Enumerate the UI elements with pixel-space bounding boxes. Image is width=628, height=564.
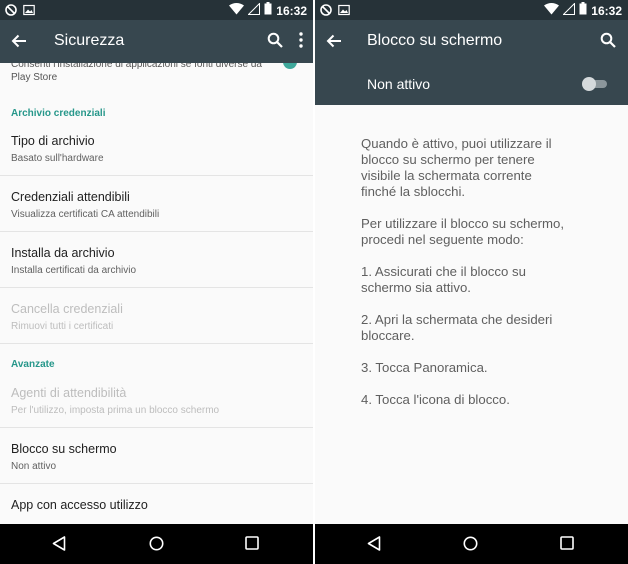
recents-nav-icon[interactable]: [560, 536, 574, 555]
setting-title: Blocco su schermo: [11, 442, 117, 456]
help-text: Quando è attivo, puoi utilizzare il bloc…: [361, 136, 611, 424]
setting-title: Cancella credenziali: [11, 302, 123, 316]
setting-summary: Visualizza certificati CA attendibili: [11, 209, 160, 220]
help-step: 2. Apri la schermata che desideri blocca…: [361, 312, 553, 343]
status-time: 16:32: [276, 4, 307, 18]
section-archivio-credenziali: Archivio credenziali: [11, 108, 106, 119]
app-bar: Blocco su schermo: [315, 20, 628, 63]
wifi-icon: [544, 2, 560, 20]
page-title: Sicurezza: [54, 32, 125, 49]
setting-blocco-su-schermo[interactable]: Blocco su schermo Non attivo: [0, 442, 313, 498]
back-arrow-icon[interactable]: [10, 32, 28, 55]
help-step: 3. Tocca Panoramica.: [361, 360, 488, 375]
setting-summary: Per l'utilizzo, imposta prima un blocco …: [11, 405, 220, 416]
setting-tipo-archivio[interactable]: Tipo di archivio Basato sull'hardware: [0, 134, 313, 190]
image-notification-icon: [23, 3, 35, 21]
help-paragraph: Per utilizzare il blocco su schermo, pro…: [361, 216, 565, 247]
setting-installa-da-archivio[interactable]: Installa da archivio Installa certificat…: [0, 246, 313, 302]
status-bar: 16:32: [0, 0, 313, 20]
unknown-sources-switch[interactable]: [283, 63, 297, 69]
setting-title: App con accesso utilizzo: [11, 498, 148, 512]
battery-icon: [579, 2, 587, 20]
navigation-bar: [315, 524, 628, 564]
security-screen: 16:32 Sicurezza Consenti l'installazione…: [0, 0, 313, 564]
image-notification-icon: [338, 3, 350, 21]
divider: [0, 287, 313, 288]
setting-title: Installa da archivio: [11, 246, 115, 260]
screen-pinning-toggle[interactable]: [582, 77, 610, 91]
settings-list: Consenti l'installazione di applicazioni…: [0, 63, 313, 524]
setting-app-accesso-utilizzo[interactable]: App con accesso utilizzo: [0, 498, 313, 524]
dnd-icon: [5, 3, 17, 21]
more-options-icon[interactable]: [299, 32, 303, 53]
divider: [0, 343, 313, 344]
setting-title: Tipo di archivio: [11, 134, 95, 148]
page-title: Blocco su schermo: [367, 32, 503, 49]
recents-nav-icon[interactable]: [245, 536, 259, 555]
toggle-thumb: [582, 77, 596, 91]
setting-agenti-attendibilita: Agenti di attendibilità Per l'utilizzo, …: [0, 386, 313, 442]
setting-summary: Basato sull'hardware: [11, 153, 104, 164]
battery-icon: [264, 2, 272, 20]
back-nav-icon[interactable]: [367, 536, 381, 556]
help-step: 4. Tocca l'icona di blocco.: [361, 392, 510, 407]
dnd-icon: [320, 3, 332, 21]
back-arrow-icon[interactable]: [325, 32, 343, 55]
setting-title: Agenti di attendibilità: [11, 386, 127, 400]
divider: [0, 427, 313, 428]
home-nav-icon[interactable]: [463, 536, 478, 556]
navigation-bar: [0, 524, 313, 564]
setting-cancella-credenziali: Cancella credenziali Rimuovi tutti i cer…: [0, 302, 313, 358]
status-time: 16:32: [591, 4, 622, 18]
setting-title: Credenziali attendibili: [11, 190, 130, 204]
setting-summary: Non attivo: [11, 461, 57, 472]
search-icon[interactable]: [600, 32, 616, 53]
divider: [0, 483, 313, 484]
signal-icon: [247, 2, 261, 20]
help-step: 1. Assicurati che il blocco su schermo s…: [361, 264, 526, 295]
help-paragraph: Quando è attivo, puoi utilizzare il bloc…: [361, 136, 552, 199]
status-bar: 16:32: [315, 0, 628, 20]
search-icon[interactable]: [267, 32, 283, 53]
divider: [0, 175, 313, 176]
divider: [0, 231, 313, 232]
setting-summary: Rimuovi tutti i certificati: [11, 321, 114, 332]
unknown-sources-summary: Consenti l'installazione di applicazioni…: [11, 63, 262, 83]
back-nav-icon[interactable]: [52, 536, 66, 556]
setting-summary: Installa certificati da archivio: [11, 265, 137, 276]
app-bar: Sicurezza: [0, 20, 313, 63]
setting-credenziali-attendibili[interactable]: Credenziali attendibili Visualizza certi…: [0, 190, 313, 246]
wifi-icon: [229, 2, 245, 20]
signal-icon: [562, 2, 576, 20]
switch-label: Non attivo: [367, 76, 431, 92]
home-nav-icon[interactable]: [149, 536, 164, 556]
master-switch-bar[interactable]: Non attivo: [315, 63, 628, 105]
screen-pinning-screen: 16:32 Blocco su schermo Non attivo Quand…: [315, 0, 628, 564]
section-avanzate: Avanzate: [11, 359, 55, 370]
